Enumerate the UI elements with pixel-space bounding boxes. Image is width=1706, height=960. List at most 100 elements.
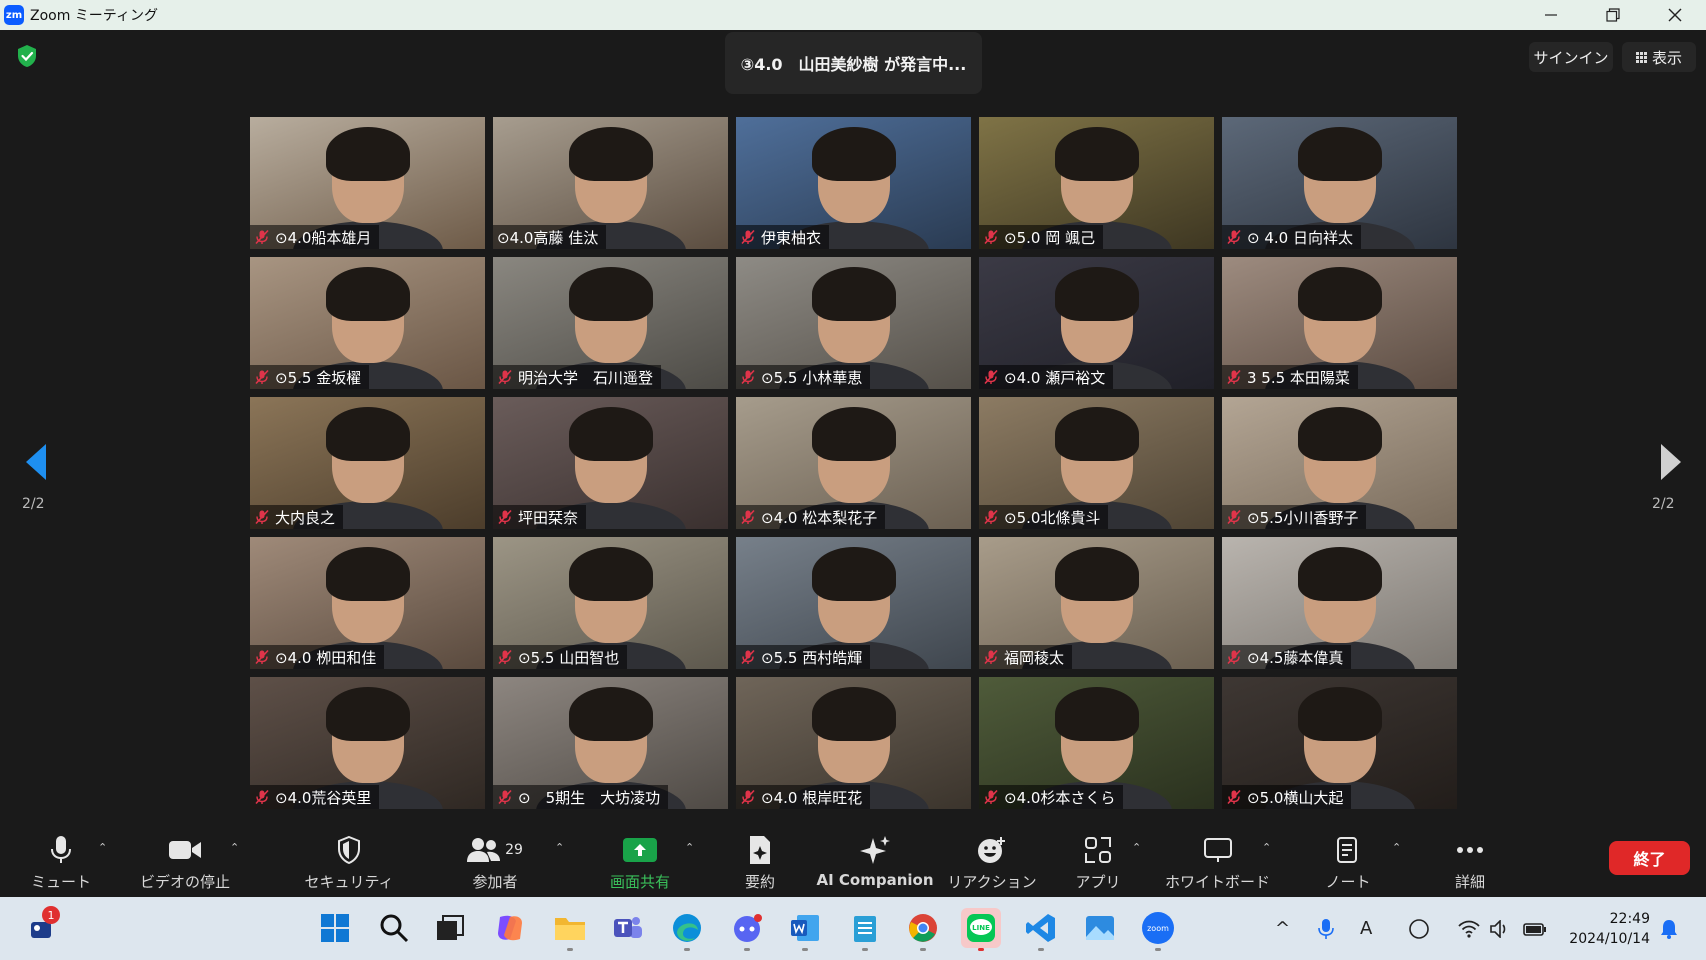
chrome-icon	[909, 914, 937, 942]
participant-name: ⊙4.5藤本偉真	[1247, 648, 1344, 667]
participant-video-tile[interactable]: ⊙5.0北條貴斗	[979, 397, 1214, 529]
participants-button[interactable]: 29 参加者	[455, 827, 535, 897]
share-options-caret-icon[interactable]: ⌃	[685, 841, 694, 854]
participant-video-tile[interactable]: ⊙5.5 山田智也	[493, 537, 728, 669]
security-button[interactable]: セキュリティ	[304, 827, 394, 897]
participant-video-tile[interactable]: ⊙5.5小川香野子	[1222, 397, 1457, 529]
muted-microphone-icon	[741, 509, 755, 525]
taskbar-discord[interactable]	[727, 908, 767, 951]
participant-video-tile[interactable]: ⊙4.0 栁田和佳	[250, 537, 485, 669]
muted-microphone-icon	[498, 649, 512, 665]
participant-video-tile[interactable]: 伊東柚衣	[736, 117, 971, 249]
show-hidden-icons[interactable]: ^	[1275, 897, 1290, 960]
participant-video-tile[interactable]: ⊙4.0船本雄月	[250, 117, 485, 249]
participant-silhouette-hair	[1054, 687, 1139, 741]
participant-name-tag: ⊙5.0 岡 颯己	[979, 225, 1103, 249]
encryption-shield-icon[interactable]	[16, 44, 38, 68]
next-page-arrow-icon[interactable]	[1655, 442, 1683, 482]
microphone-icon	[51, 836, 71, 863]
copilot-icon	[498, 915, 522, 941]
participant-video-tile[interactable]: ⊙4.0杉本さくら	[979, 677, 1214, 809]
summary-button[interactable]: 要約	[730, 827, 790, 897]
window-title: Zoom ミーティング	[30, 8, 158, 24]
participant-name: ⊙4.0 瀬戸裕文	[1004, 368, 1106, 387]
taskbar-teams[interactable]	[608, 908, 648, 948]
notes-options-caret-icon[interactable]: ⌃	[1392, 841, 1401, 854]
apps-options-caret-icon[interactable]: ⌃	[1132, 841, 1141, 854]
whiteboard-button[interactable]: ホワイトボード	[1165, 827, 1270, 897]
signin-button[interactable]: サインイン	[1529, 42, 1613, 72]
close-button[interactable]	[1644, 0, 1706, 30]
participant-video-tile[interactable]: ⊙4.0 根岸旺花	[736, 677, 971, 809]
notes-button[interactable]: ノート	[1318, 827, 1378, 897]
mute-options-caret-icon[interactable]: ⌃	[98, 841, 107, 854]
taskbar-edge[interactable]	[667, 908, 707, 951]
participants-icon	[467, 838, 501, 862]
participant-video-tile[interactable]: 坪田栞奈	[493, 397, 728, 529]
tray-battery[interactable]	[1523, 897, 1547, 960]
stop-video-button[interactable]: ビデオの停止	[135, 827, 235, 897]
participant-count: 29	[505, 842, 523, 858]
participant-video-tile[interactable]: ⊙ 4.0 日向祥太	[1222, 117, 1457, 249]
tray-microphone[interactable]	[1318, 897, 1334, 960]
taskbar-notepad[interactable]	[845, 908, 885, 951]
tray-notifications[interactable]	[1660, 897, 1678, 960]
taskbar-clock[interactable]: 22:49 2024/10/14	[1566, 909, 1650, 949]
tray-focus[interactable]	[1408, 897, 1430, 960]
taskbar-file-explorer[interactable]	[550, 908, 590, 951]
muted-microphone-icon	[255, 649, 269, 665]
muted-microphone-icon	[498, 509, 512, 525]
participant-video-tile[interactable]: 3 5.5 本田陽菜	[1222, 257, 1457, 389]
whiteboard-options-caret-icon[interactable]: ⌃	[1262, 841, 1271, 854]
taskbar-photos[interactable]	[1080, 908, 1120, 948]
taskbar-start[interactable]	[315, 908, 355, 948]
participant-video-tile[interactable]: ⊙5.0横山大起	[1222, 677, 1457, 809]
taskbar-chrome[interactable]	[903, 908, 943, 951]
participant-name: ⊙5.0北條貴斗	[1004, 508, 1101, 527]
participant-video-tile[interactable]: ⊙ 5期生 大坊凌功	[493, 677, 728, 809]
title-bar: zm Zoom ミーティング	[0, 0, 1706, 30]
previous-page-arrow-icon[interactable]	[24, 442, 52, 482]
taskbar-task-view[interactable]	[430, 908, 470, 948]
taskbar-word[interactable]	[785, 908, 825, 951]
view-button[interactable]: 表示	[1622, 42, 1696, 72]
apps-button[interactable]: アプリ	[1068, 827, 1128, 897]
restore-button[interactable]	[1582, 0, 1644, 30]
taskbar-search[interactable]	[374, 908, 414, 948]
participant-video-tile[interactable]: ⊙5.5 西村皓輝	[736, 537, 971, 669]
end-meeting-button[interactable]: 終了	[1609, 841, 1690, 875]
participant-video-tile[interactable]: ⊙4.5藤本偉真	[1222, 537, 1457, 669]
share-screen-button[interactable]: 画面共有	[598, 827, 682, 897]
participant-video-tile[interactable]: ⊙5.5 小林華恵	[736, 257, 971, 389]
participant-name-tag: ⊙4.0 松本梨花子	[736, 505, 886, 529]
participant-video-tile[interactable]: 大内良之	[250, 397, 485, 529]
participants-options-caret-icon[interactable]: ⌃	[555, 841, 564, 854]
tray-network[interactable]	[1458, 897, 1480, 960]
participant-video-tile[interactable]: ⊙4.0 瀬戸裕文	[979, 257, 1214, 389]
participant-video-tile[interactable]: ⊙4.0 松本梨花子	[736, 397, 971, 529]
participant-name: ⊙4.0高藤 佳汰	[497, 228, 599, 247]
participant-video-tile[interactable]: 明治大学 石川遥登	[493, 257, 728, 389]
participant-video-tile[interactable]: ⊙4.0荒谷英里	[250, 677, 485, 809]
participant-silhouette-hair	[811, 547, 896, 601]
participant-video-tile[interactable]: ⊙4.0高藤 佳汰	[493, 117, 728, 249]
participant-video-tile[interactable]: 福岡稜太	[979, 537, 1214, 669]
taskbar-line[interactable]: LINE	[961, 908, 1001, 951]
participant-silhouette-hair	[1054, 267, 1139, 321]
taskbar-vscode[interactable]	[1021, 908, 1061, 951]
participant-video-tile[interactable]: ⊙5.5 金坂櫂	[250, 257, 485, 389]
minimize-button[interactable]	[1520, 0, 1582, 30]
tray-ime[interactable]: A	[1360, 897, 1372, 960]
video-options-caret-icon[interactable]: ⌃	[230, 841, 239, 854]
tray-volume[interactable]	[1490, 897, 1512, 960]
participant-video-tile[interactable]: ⊙5.0 岡 颯己	[979, 117, 1214, 249]
participant-name-tag: ⊙ 5期生 大坊凌功	[493, 785, 669, 809]
clock-date: 2024/10/14	[1569, 931, 1650, 947]
participant-name-tag: ⊙4.0荒谷英里	[250, 785, 380, 809]
reactions-button[interactable]: リアクション	[947, 827, 1037, 897]
taskbar-copilot[interactable]	[490, 908, 530, 948]
more-button[interactable]: 詳細	[1440, 827, 1500, 897]
mute-button[interactable]: ミュート	[30, 827, 92, 897]
taskbar-zoom[interactable]: zoom	[1138, 908, 1178, 951]
ai-companion-button[interactable]: AI Companion	[815, 827, 935, 897]
